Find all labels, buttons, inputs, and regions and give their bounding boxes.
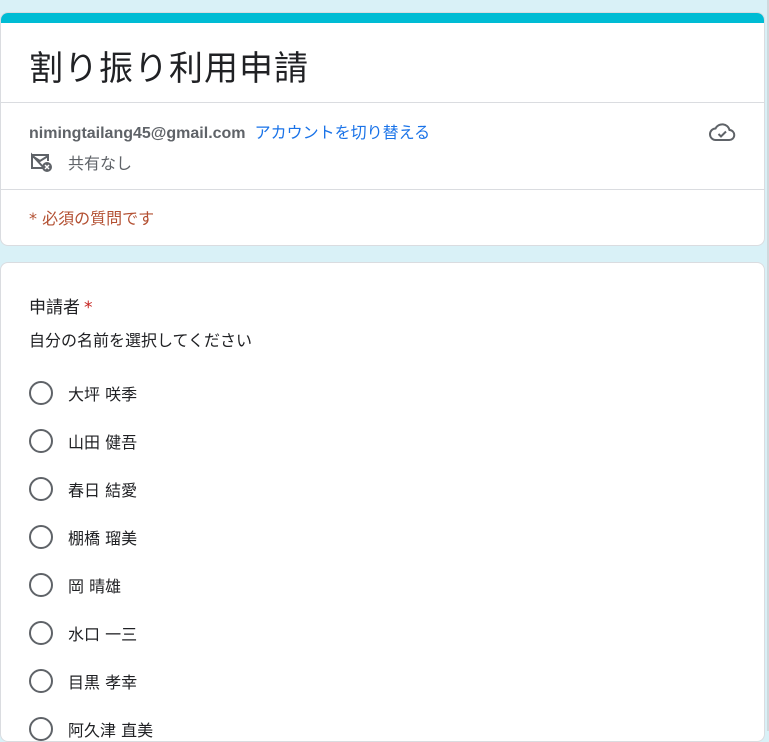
header-divider: [1, 102, 764, 103]
radio-button-icon[interactable]: [29, 573, 53, 597]
required-asterisk: *: [84, 298, 93, 318]
form-header-card: 割り振り利用申請 nimingtailang45@gmail.com アカウント…: [0, 12, 765, 246]
header-accent-bar: [1, 13, 764, 23]
radio-option[interactable]: 山田 健吾: [29, 429, 153, 453]
question-title-text: 申請者: [29, 298, 80, 318]
account-email: nimingtailang45@gmail.com: [29, 125, 246, 142]
radio-option[interactable]: 棚橋 瑠美: [29, 525, 153, 549]
radio-button-icon[interactable]: [29, 381, 53, 405]
radio-button-icon[interactable]: [29, 429, 53, 453]
required-note: * 必須の質問です: [29, 209, 155, 228]
radio-option-label: 山田 健吾: [68, 433, 138, 452]
radio-button-icon[interactable]: [29, 621, 53, 645]
switch-account-link[interactable]: アカウントを切り替える: [255, 123, 431, 142]
cloud-check-icon: [709, 123, 736, 141]
radio-option-label: 大坪 咲季: [68, 385, 138, 404]
radio-option-label: 目黒 孝幸: [68, 673, 138, 692]
account-divider: [1, 189, 764, 190]
sharing-status-text: 共有なし: [68, 154, 133, 173]
question-title: 申請者 *: [29, 293, 93, 318]
radio-option[interactable]: 大坪 咲季: [29, 381, 153, 405]
radio-button-icon[interactable]: [29, 669, 53, 693]
sharing-status-row: 共有なし: [29, 151, 132, 173]
radio-option[interactable]: 目黒 孝幸: [29, 669, 153, 693]
radio-button-icon[interactable]: [29, 717, 53, 741]
radio-option-label: 春日 結愛: [68, 481, 138, 500]
radio-option[interactable]: 阿久津 直美: [29, 717, 153, 741]
radio-option-label: 阿久津 直美: [68, 721, 154, 740]
radio-option[interactable]: 春日 結愛: [29, 477, 153, 501]
radio-button-icon[interactable]: [29, 525, 53, 549]
radio-option[interactable]: 岡 晴雄: [29, 573, 153, 597]
question-card: 申請者 * 自分の名前を選択してください 大坪 咲季 山田 健吾 春日 結愛 棚橋…: [0, 262, 765, 742]
radio-option-list: 大坪 咲季 山田 健吾 春日 結愛 棚橋 瑠美 岡 晴雄 水口 一三 目黒 孝幸: [29, 381, 153, 741]
radio-option[interactable]: 水口 一三: [29, 621, 153, 645]
form-title: 割り振り利用申請: [29, 49, 309, 89]
radio-button-icon[interactable]: [29, 477, 53, 501]
account-row: nimingtailang45@gmail.com アカウントを切り替える: [29, 119, 430, 143]
radio-option-label: 水口 一三: [68, 625, 138, 644]
question-description: 自分の名前を選択してください: [29, 331, 253, 350]
mail-not-shared-icon: [31, 152, 52, 172]
radio-option-label: 棚橋 瑠美: [68, 529, 138, 548]
radio-option-label: 岡 晴雄: [68, 577, 122, 596]
